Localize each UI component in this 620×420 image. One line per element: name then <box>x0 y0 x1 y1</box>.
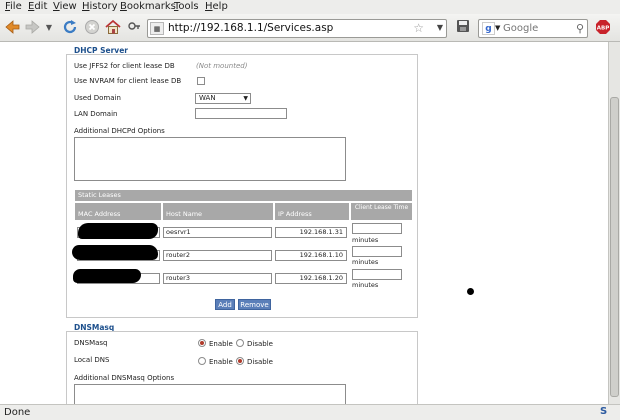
search-engine-icon[interactable]: g <box>482 22 495 35</box>
search-icon[interactable]: ⚲ <box>576 22 584 35</box>
dhcpd-options-textarea[interactable] <box>74 137 346 181</box>
used-domain-value: WAN <box>199 94 216 102</box>
local-dns-enable-radio[interactable] <box>198 357 206 365</box>
mouse-cursor <box>467 288 474 295</box>
dnsmasq-options-label: Additional DNSMasq Options <box>74 374 175 382</box>
svg-text:ABP: ABP <box>597 26 609 32</box>
page-content[interactable]: DHCP Server Use JFFS2 for client lease D… <box>0 42 608 404</box>
status-text: Done <box>4 407 31 418</box>
addon-icon[interactable] <box>126 19 142 37</box>
lease-time-unit: minutes <box>352 258 379 266</box>
search-engine-dropdown-icon[interactable]: ▼ <box>495 24 500 32</box>
dnsmasq-disable-radio[interactable] <box>236 339 244 347</box>
remove-button[interactable]: Remove <box>238 299 271 310</box>
url-dropdown-icon[interactable]: ▼ <box>437 23 443 32</box>
static-leases-header: Static Leases <box>75 190 412 201</box>
ip-address-input[interactable]: 192.168.1.10 <box>275 250 347 261</box>
scrollbar-thumb[interactable] <box>610 97 619 397</box>
menu-edit[interactable]: Edit <box>28 1 47 12</box>
adblock-icon[interactable]: ABP <box>594 19 612 37</box>
dnsmasq-enable-radio[interactable] <box>198 339 206 347</box>
col-mac-address: MAC Address <box>75 203 161 220</box>
home-icon[interactable] <box>104 19 122 37</box>
dnsmasq-options-textarea[interactable] <box>74 384 346 404</box>
lan-domain-label: LAN Domain <box>74 110 118 118</box>
col-ip-address: IP Address <box>275 203 349 220</box>
local-dns-disable-label: Disable <box>247 358 273 366</box>
menu-bookmarks[interactable]: Bookmarks <box>120 1 176 12</box>
lease-time-unit: minutes <box>352 236 379 244</box>
redacted-mac-scribble <box>78 223 158 239</box>
navigation-toolbar: ▼ ▦ http://192.168.1.1/Services.asp ☆ ▼ … <box>0 14 620 42</box>
menu-view[interactable]: View <box>53 1 77 12</box>
addon-status-icon[interactable]: S <box>600 406 612 418</box>
save-page-icon[interactable] <box>455 19 471 37</box>
add-button[interactable]: Add <box>215 299 235 310</box>
nvram-checkbox[interactable] <box>197 77 205 85</box>
jffs2-status: (Not mounted) <box>196 62 248 70</box>
host-name-input[interactable]: oesrvr1 <box>163 227 272 238</box>
dnsmasq-label: DNSMasq <box>74 339 108 347</box>
host-name-input[interactable]: router3 <box>163 273 272 284</box>
ip-address-input[interactable]: 192.168.1.31 <box>275 227 347 238</box>
reload-icon[interactable] <box>61 19 79 37</box>
jffs2-label: Use JFFS2 for client lease DB <box>74 62 175 70</box>
lease-time-unit: minutes <box>352 281 379 289</box>
menu-file[interactable]: File <box>5 1 22 12</box>
lease-time-input[interactable] <box>352 246 402 257</box>
menu-tools[interactable]: Tools <box>174 1 199 12</box>
col-host-name: Host Name <box>163 203 273 220</box>
local-dns-enable-label: Enable <box>209 358 233 366</box>
ip-address-input[interactable]: 192.168.1.20 <box>275 273 347 284</box>
search-bar[interactable]: g ▼ ⚲ <box>478 19 588 38</box>
vertical-scrollbar[interactable] <box>608 42 620 404</box>
used-domain-label: Used Domain <box>74 94 121 102</box>
menu-help[interactable]: Help <box>205 1 228 12</box>
host-name-input[interactable]: router2 <box>163 250 272 261</box>
chevron-down-icon: ▼ <box>243 95 248 102</box>
stop-icon[interactable] <box>83 19 101 37</box>
dnsmasq-enable-label: Enable <box>209 340 233 348</box>
url-text: http://192.168.1.1/Services.asp <box>168 22 334 34</box>
redacted-mac-scribble <box>73 269 141 283</box>
status-bar: Done S <box>0 404 620 420</box>
redacted-mac-scribble <box>72 245 158 260</box>
menu-history[interactable]: History <box>82 1 118 12</box>
dhcpd-options-label: Additional DHCPd Options <box>74 127 165 135</box>
local-dns-disable-radio[interactable] <box>236 357 244 365</box>
url-bar[interactable]: ▦ http://192.168.1.1/Services.asp ☆ ▼ <box>147 19 447 38</box>
search-input[interactable] <box>503 22 573 35</box>
bookmark-star-icon[interactable]: ☆ <box>413 21 424 35</box>
nvram-label: Use NVRAM for client lease DB <box>74 77 182 85</box>
forward-icon[interactable] <box>24 19 42 37</box>
menu-bar: File Edit View History Bookmarks Tools H… <box>0 0 620 14</box>
lease-time-input[interactable] <box>352 269 402 280</box>
back-icon[interactable] <box>3 19 21 37</box>
site-identity-icon[interactable]: ▦ <box>150 22 164 35</box>
local-dns-label: Local DNS <box>74 356 110 364</box>
history-dropdown-icon[interactable]: ▼ <box>44 19 54 37</box>
lease-time-input[interactable] <box>352 223 402 234</box>
lan-domain-input[interactable] <box>195 108 287 119</box>
col-client-lease-time: Client Lease Time <box>351 203 412 220</box>
used-domain-select[interactable]: WAN ▼ <box>195 93 251 104</box>
dnsmasq-disable-label: Disable <box>247 340 273 348</box>
